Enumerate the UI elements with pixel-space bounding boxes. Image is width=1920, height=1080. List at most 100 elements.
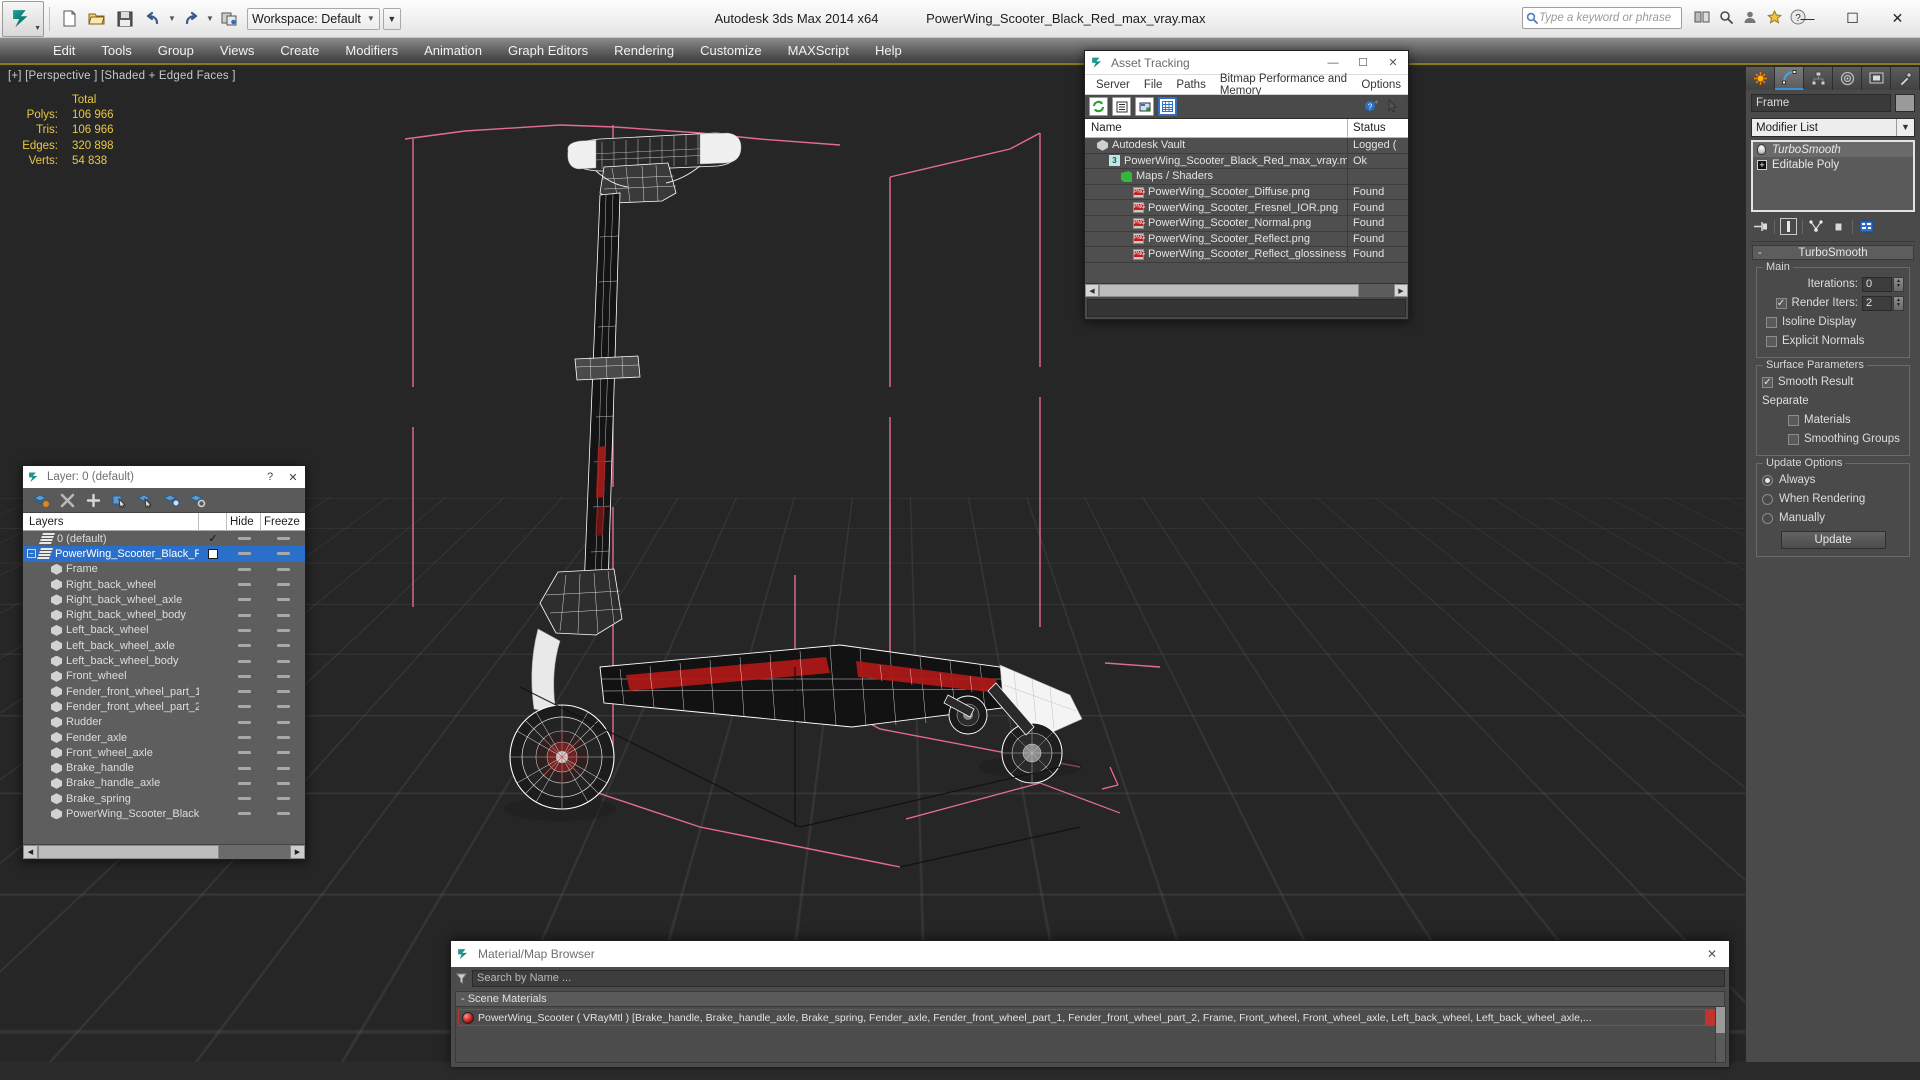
menu-views[interactable]: Views bbox=[207, 40, 267, 61]
object-color-swatch[interactable] bbox=[1895, 94, 1915, 112]
scroll-thumb[interactable] bbox=[38, 845, 220, 859]
modifier-stack-item[interactable]: + Editable Poly bbox=[1753, 157, 1913, 172]
menu-help[interactable]: Help bbox=[862, 40, 915, 61]
new-file-button[interactable] bbox=[56, 6, 82, 32]
freeze-toggle[interactable] bbox=[276, 705, 290, 709]
freeze-toggle[interactable] bbox=[276, 628, 290, 632]
help-question-icon[interactable]: ? bbox=[1362, 97, 1381, 116]
hide-toggle[interactable] bbox=[237, 766, 251, 770]
new-layer-icon[interactable] bbox=[33, 492, 50, 509]
favorites-star-icon[interactable] bbox=[1764, 6, 1784, 28]
refresh-icon[interactable] bbox=[1089, 97, 1108, 116]
add-layer-icon[interactable] bbox=[85, 492, 102, 509]
remove-modifier-icon[interactable] bbox=[1830, 218, 1847, 235]
hide-toggle[interactable] bbox=[237, 567, 251, 571]
menu-customize[interactable]: Customize bbox=[687, 40, 774, 61]
undo-button[interactable] bbox=[140, 6, 166, 32]
quick-search-input[interactable]: Type a keyword or phrase bbox=[1522, 7, 1682, 29]
update-always-radio[interactable] bbox=[1762, 474, 1773, 486]
search-icon[interactable] bbox=[1716, 6, 1736, 28]
select-object-layer-icon[interactable] bbox=[111, 492, 128, 509]
menu-group[interactable]: Group bbox=[145, 40, 207, 61]
asset-close-button[interactable]: ✕ bbox=[1378, 51, 1408, 75]
hide-toggle[interactable] bbox=[237, 628, 251, 632]
menu-create[interactable]: Create bbox=[267, 40, 332, 61]
isoline-display-checkbox[interactable] bbox=[1766, 316, 1777, 328]
turbosmooth-rollout-header[interactable]: - TurboSmooth bbox=[1752, 245, 1914, 260]
freeze-toggle[interactable] bbox=[276, 781, 290, 785]
layer-row[interactable]: Left_back_wheel_axle bbox=[23, 638, 305, 653]
hide-toggle[interactable] bbox=[237, 613, 251, 617]
layer-row[interactable]: 0 (default) ✓ bbox=[23, 531, 305, 546]
freeze-toggle[interactable] bbox=[276, 797, 290, 801]
layer-close-button[interactable]: ✕ bbox=[281, 471, 305, 484]
scene-materials-group-header[interactable]: - Scene Materials bbox=[455, 991, 1725, 1007]
freeze-toggle[interactable] bbox=[276, 537, 290, 541]
separate-materials-checkbox[interactable] bbox=[1788, 414, 1799, 426]
maximize-button[interactable]: ☐ bbox=[1830, 0, 1875, 36]
scroll-track[interactable] bbox=[1099, 284, 1394, 297]
material-list-item[interactable]: PowerWing_Scooter ( VRayMtl ) [Brake_han… bbox=[458, 1009, 1722, 1026]
asset-menu-paths[interactable]: Paths bbox=[1169, 77, 1212, 93]
asset-row[interactable]: 3 PowerWing_Scooter_Black_Red_max_vray.ma… bbox=[1085, 153, 1408, 170]
separate-smoothing-groups-checkbox[interactable] bbox=[1788, 433, 1799, 445]
freeze-toggle[interactable] bbox=[276, 567, 290, 571]
update-manually-radio[interactable] bbox=[1762, 512, 1773, 524]
layer-row[interactable]: PowerWing_Scooter_Black_Red bbox=[23, 806, 305, 821]
open-file-button[interactable] bbox=[84, 6, 110, 32]
layer-settings-icon[interactable] bbox=[189, 492, 206, 509]
layer-row[interactable]: Fender_front_wheel_part_2 bbox=[23, 699, 305, 714]
freeze-toggle[interactable] bbox=[276, 598, 290, 602]
render-iters-checkbox[interactable]: ✓ bbox=[1775, 297, 1787, 309]
layer-horizontal-scrollbar[interactable]: ◀ ▶ bbox=[23, 844, 305, 859]
hide-toggle[interactable] bbox=[237, 644, 251, 648]
plus-box-icon[interactable]: + bbox=[1757, 159, 1767, 170]
material-browser-close-button[interactable]: ✕ bbox=[1695, 941, 1729, 967]
layer-row[interactable]: − PowerWing_Scooter_Black_Red bbox=[23, 546, 305, 562]
redo-button[interactable] bbox=[178, 6, 204, 32]
layer-active-check-icon[interactable]: ✓ bbox=[208, 532, 217, 545]
freeze-toggle[interactable] bbox=[276, 736, 290, 739]
layer-dialog-titlebar[interactable]: Layer: 0 (default) ? ✕ bbox=[23, 466, 305, 488]
asset-horizontal-scrollbar[interactable]: ◀ ▶ bbox=[1085, 283, 1408, 297]
hide-toggle[interactable] bbox=[237, 781, 251, 785]
material-browser-titlebar[interactable]: Material/Map Browser ✕ bbox=[451, 941, 1729, 967]
modifier-stack-item[interactable]: TurboSmooth bbox=[1753, 142, 1913, 157]
show-end-result-icon[interactable] bbox=[1780, 218, 1797, 235]
layer-row[interactable]: Left_back_wheel_body bbox=[23, 653, 305, 668]
update-when-rendering-row[interactable]: When Rendering bbox=[1762, 491, 1904, 507]
minimize-button[interactable]: — bbox=[1785, 0, 1830, 36]
layer-row[interactable]: Brake_handle bbox=[23, 760, 305, 775]
asset-row[interactable]: PowerWing_Scooter_Reflect.png Found bbox=[1085, 231, 1408, 248]
modify-tab[interactable] bbox=[1775, 67, 1804, 90]
asset-col-name[interactable]: Name bbox=[1085, 118, 1348, 138]
configure-modifier-sets-icon[interactable] bbox=[1858, 218, 1875, 235]
hide-toggle[interactable] bbox=[237, 659, 251, 663]
asset-menu-file[interactable]: File bbox=[1137, 77, 1170, 93]
smooth-result-checkbox[interactable]: ✓ bbox=[1762, 376, 1773, 388]
layer-row[interactable]: Right_back_wheel bbox=[23, 577, 305, 592]
utilities-tab[interactable] bbox=[1891, 67, 1920, 90]
layer-row[interactable]: Fender_front_wheel_part_1 bbox=[23, 684, 305, 699]
grid-view-icon[interactable] bbox=[1158, 97, 1177, 116]
layer-row[interactable]: Left_back_wheel bbox=[23, 623, 305, 638]
filter-funnel-icon[interactable] bbox=[455, 972, 468, 985]
freeze-toggle[interactable] bbox=[276, 720, 290, 724]
workspace-selector[interactable]: Workspace: Default ▼ bbox=[247, 7, 380, 30]
asset-row[interactable]: Maps / Shaders bbox=[1085, 168, 1408, 185]
menu-tools[interactable]: Tools bbox=[88, 40, 144, 61]
menu-modifiers[interactable]: Modifiers bbox=[332, 40, 411, 61]
create-tab[interactable] bbox=[1746, 67, 1775, 90]
delete-layer-icon[interactable] bbox=[59, 492, 76, 509]
hide-toggle[interactable] bbox=[237, 797, 251, 801]
pin-stack-icon[interactable] bbox=[1752, 218, 1769, 235]
menu-maxscript[interactable]: MAXScript bbox=[775, 40, 862, 61]
signin-icon[interactable] bbox=[1740, 6, 1760, 28]
layer-row[interactable]: Rudder bbox=[23, 715, 305, 730]
hide-toggle[interactable] bbox=[237, 812, 251, 816]
material-vertical-scrollbar[interactable] bbox=[1715, 1006, 1726, 1063]
hide-toggle[interactable] bbox=[237, 552, 251, 556]
freeze-toggle[interactable] bbox=[276, 659, 290, 663]
layer-row[interactable]: Front_wheel_axle bbox=[23, 745, 305, 760]
layer-col-hide[interactable]: Hide bbox=[227, 512, 261, 531]
